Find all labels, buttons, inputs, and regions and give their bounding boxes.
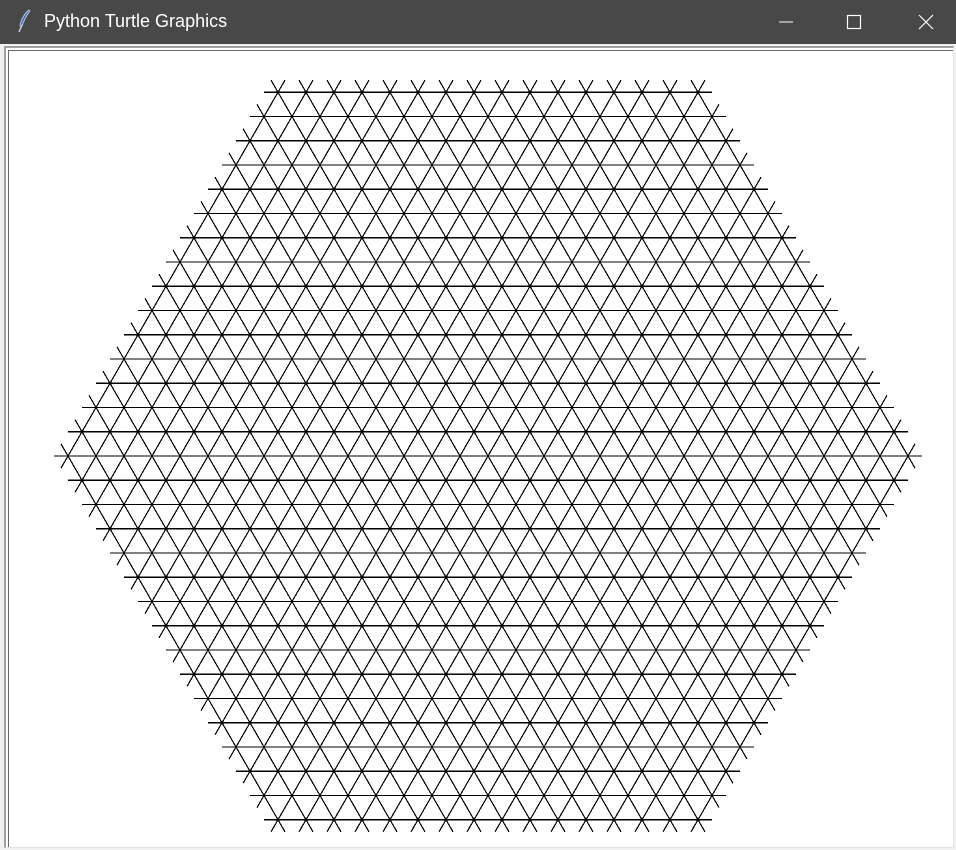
turtle-canvas-frame [4, 46, 954, 848]
minimize-icon [778, 14, 794, 30]
maximize-icon [846, 14, 862, 30]
feather-icon [14, 9, 34, 33]
turtle-canvas-area[interactable] [8, 50, 953, 847]
turtle-canvas[interactable] [9, 51, 953, 847]
turtle-window: Python Turtle Graphics [0, 0, 956, 850]
snowflake-fractal [54, 79, 922, 833]
title-bar[interactable]: Python Turtle Graphics [0, 0, 956, 44]
close-button[interactable] [896, 0, 956, 44]
minimize-button[interactable] [756, 0, 816, 44]
maximize-button[interactable] [824, 0, 884, 44]
window-title: Python Turtle Graphics [44, 11, 228, 31]
close-icon [918, 14, 934, 30]
